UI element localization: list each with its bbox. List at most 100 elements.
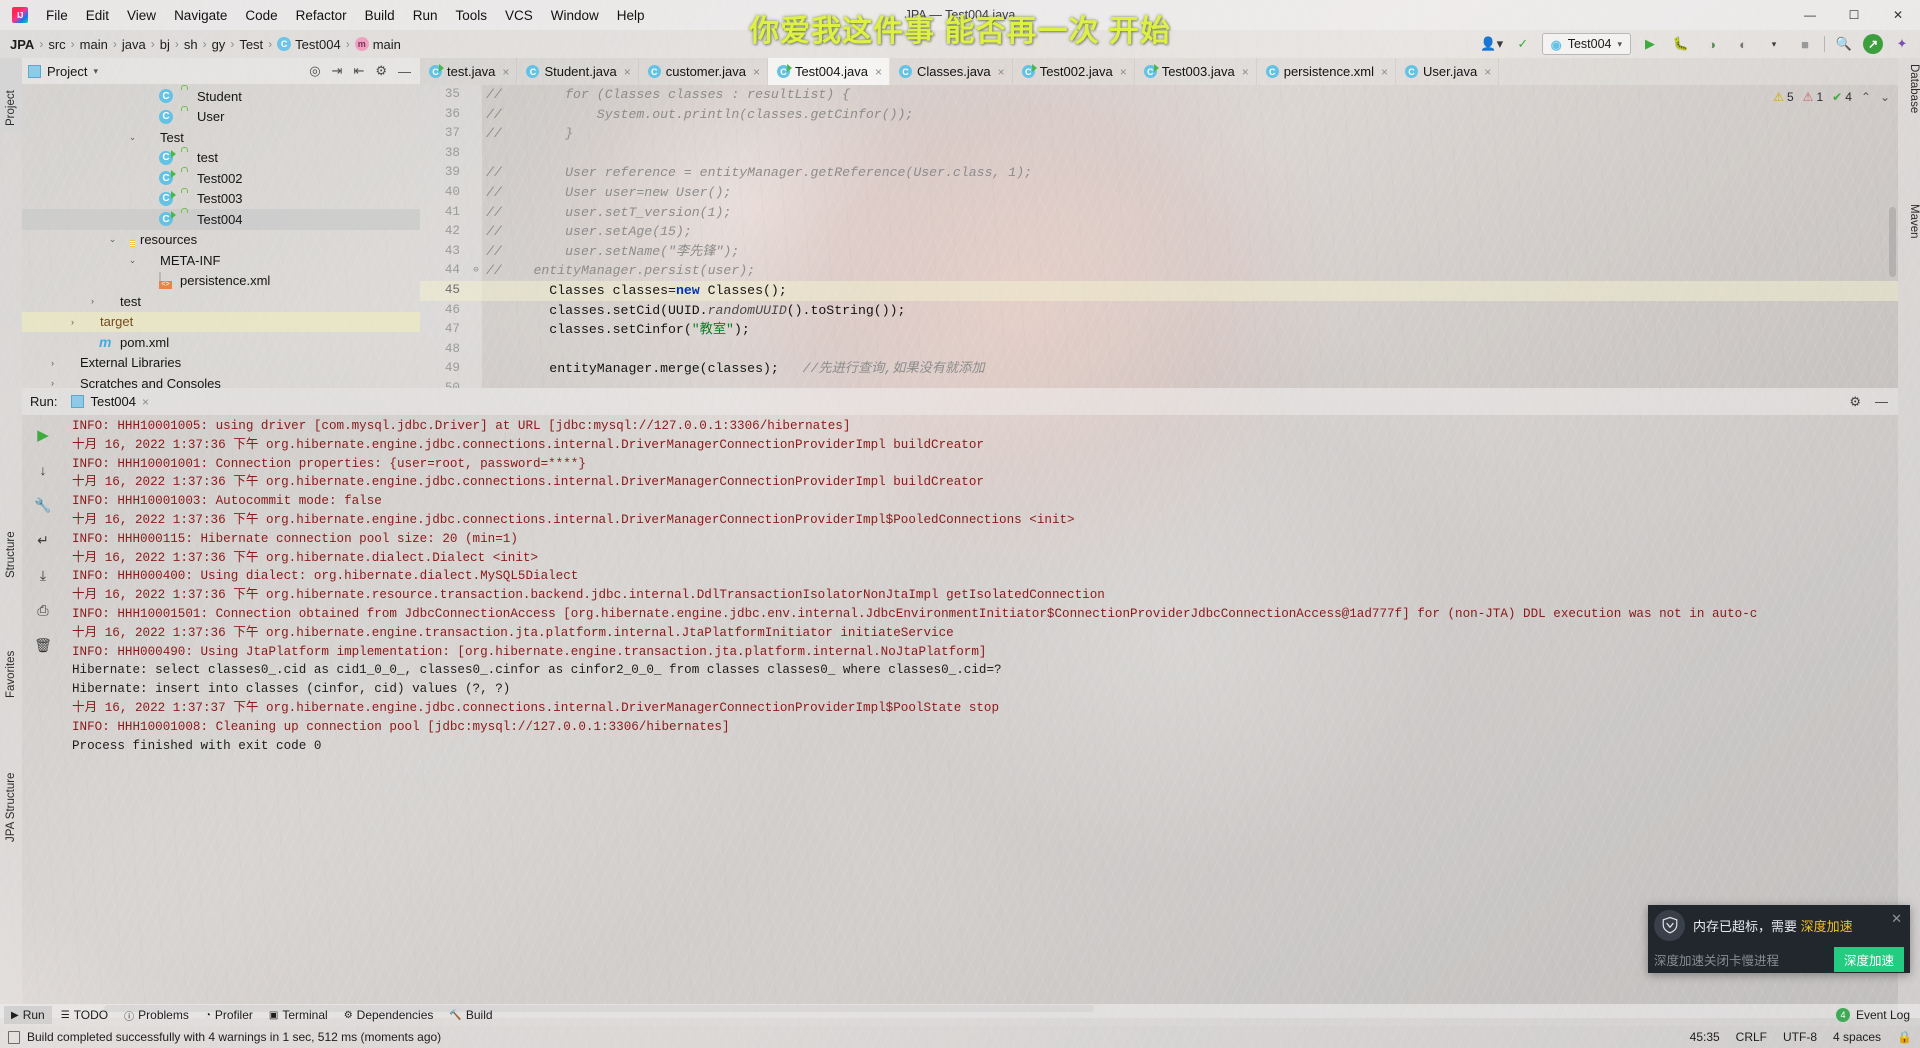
close-icon[interactable]: ×: [998, 65, 1005, 79]
more-run-options-button[interactable]: ▾: [1762, 33, 1786, 55]
caret-position[interactable]: 45:35: [1690, 1030, 1720, 1044]
bottom-tab-terminal[interactable]: ▣ Terminal: [262, 1006, 335, 1024]
tree-item-pom-xml[interactable]: m pom.xml: [22, 332, 420, 353]
hide-panel-icon[interactable]: —: [1875, 394, 1888, 409]
profile-button[interactable]: ◐: [1731, 33, 1755, 55]
tree-item-student[interactable]: C Student: [22, 86, 420, 107]
console-output[interactable]: INFO: HHH10001005: using driver [com.mys…: [64, 415, 1886, 1000]
bottom-tab-build[interactable]: 🔨 Build: [442, 1006, 499, 1024]
trash-button[interactable]: 🗑: [32, 634, 54, 656]
chevron-up-icon[interactable]: ⌃: [1861, 90, 1871, 104]
accelerate-button[interactable]: 深度加速: [1833, 946, 1904, 972]
breadcrumb-item-test004[interactable]: C Test004: [277, 37, 341, 52]
tree-item-test002[interactable]: C Test002: [22, 168, 420, 189]
tree-item-test004[interactable]: C Test004: [22, 209, 420, 230]
breadcrumb-item-jpa[interactable]: JPA: [10, 37, 34, 52]
close-icon[interactable]: ✕: [1891, 911, 1902, 927]
breadcrumb-item-java[interactable]: java: [122, 37, 146, 52]
menu-item-tools[interactable]: Tools: [446, 4, 496, 27]
tab-student-java[interactable]: C Student.java ×: [517, 58, 639, 85]
close-icon[interactable]: ×: [1120, 65, 1127, 79]
indent-setting[interactable]: 4 spaces: [1833, 1030, 1881, 1044]
bottom-tab-problems[interactable]: ⓘ Problems: [117, 1006, 196, 1025]
tree-item-external-libraries[interactable]: › External Libraries: [22, 353, 420, 374]
breadcrumb-item-main[interactable]: m main: [354, 37, 401, 52]
bottom-tool-bar[interactable]: ▶ Run ☰ TODO ⓘ Problems ◔ Profiler ▣ Terminal ⚙ Dep…: [0, 1004, 1920, 1026]
print-button[interactable]: ⎙: [32, 599, 54, 621]
menu-item-edit[interactable]: Edit: [77, 4, 118, 27]
sidebar-item-jpa-structure[interactable]: JPA Structure: [0, 730, 22, 848]
tree-item-target[interactable]: › target: [22, 311, 420, 332]
tree-twisty-icon[interactable]: ›: [66, 317, 79, 327]
tree-twisty-icon[interactable]: ›: [86, 296, 99, 306]
breadcrumb[interactable]: JPA › src › main › java › bj › sh › gy › Test › C Test004…: [10, 37, 401, 52]
run-with-coverage-button[interactable]: ◑: [1700, 33, 1724, 55]
inspection-widget[interactable]: ⚠ 5 ⚠ 1 ✔ 4 ⌃ ⌄: [1765, 85, 1898, 109]
tab-test-java[interactable]: Ctest.java ×: [420, 58, 518, 85]
tab-test002-java[interactable]: C Test002.java ×: [1013, 58, 1135, 85]
update-icon[interactable]: ✓: [1511, 33, 1535, 55]
menu-item-vcs[interactable]: VCS: [496, 4, 542, 27]
tab-persistence-xml[interactable]: Cpersistence.xml ×: [1257, 58, 1397, 85]
project-tree[interactable]: C Student C User ⌄ Test Ctest C Test002 C Test003 C…: [22, 84, 420, 394]
line-separator[interactable]: CRLF: [1736, 1030, 1767, 1044]
memory-notification-toast[interactable]: 内存已超标，需要 深度加速 ✕ 深度加速关闭卡慢进程 深度加速: [1648, 905, 1910, 973]
run-tab-test004[interactable]: Test004 ×: [65, 394, 155, 409]
tree-twisty-icon[interactable]: ⌄: [126, 255, 139, 266]
menu-item-window[interactable]: Window: [542, 4, 608, 27]
breadcrumb-item-src[interactable]: src: [48, 37, 65, 52]
tree-item-meta-inf[interactable]: ⌄ META-INF: [22, 250, 420, 271]
close-window-button[interactable]: ✕: [1876, 0, 1920, 30]
soft-wrap-button[interactable]: ↵: [32, 529, 54, 551]
chevron-down-icon[interactable]: ⌄: [1880, 90, 1890, 104]
settings-gear-icon[interactable]: ✦: [1890, 33, 1914, 55]
search-everywhere-icon[interactable]: 🔍: [1832, 33, 1856, 55]
close-icon[interactable]: ×: [753, 65, 760, 79]
tree-item-resources[interactable]: ⌄ resources: [22, 230, 420, 251]
lock-icon[interactable]: 🔒: [1897, 1030, 1912, 1044]
close-icon[interactable]: ×: [1242, 65, 1249, 79]
tab-customer-java[interactable]: Ccustomer.java ×: [639, 58, 768, 85]
menu-item-run[interactable]: Run: [404, 4, 447, 27]
tree-twisty-icon[interactable]: ›: [46, 378, 59, 388]
file-encoding[interactable]: UTF-8: [1783, 1030, 1817, 1044]
close-icon[interactable]: ×: [502, 65, 509, 79]
event-log-widget[interactable]: 4 Event Log: [1835, 1008, 1920, 1022]
run-window-toolbar[interactable]: ▶ ↓ 🔧 ↵ ⤓ ⎙ 🗑: [22, 415, 64, 1000]
collapse-all-icon[interactable]: ⇥: [332, 63, 343, 79]
editor-vertical-scrollbar[interactable]: [1886, 112, 1898, 388]
tab-classes-java[interactable]: C Classes.java ×: [890, 58, 1013, 85]
breadcrumb-item-gy[interactable]: gy: [212, 37, 226, 52]
close-icon[interactable]: ×: [1484, 65, 1491, 79]
menu-item-navigate[interactable]: Navigate: [165, 4, 236, 27]
breadcrumb-item-test[interactable]: Test: [239, 37, 263, 52]
hide-panel-icon[interactable]: —: [398, 64, 411, 79]
sidebar-item-project[interactable]: Project: [0, 58, 22, 132]
menu-item-help[interactable]: Help: [608, 4, 654, 27]
tree-item-test003[interactable]: C Test003: [22, 189, 420, 210]
scroll-from-source-icon[interactable]: ◎: [309, 63, 320, 79]
stop-button[interactable]: ■: [1793, 33, 1817, 55]
tree-twisty-icon[interactable]: ⌄: [126, 132, 139, 143]
run-button[interactable]: ▶: [1638, 33, 1662, 55]
tab-user-java[interactable]: C User.java ×: [1396, 58, 1500, 85]
breadcrumb-item-bj[interactable]: bj: [160, 37, 170, 52]
bottom-tab-profiler[interactable]: ◔ Profiler: [198, 1006, 260, 1024]
account-icon[interactable]: 👤▾: [1480, 33, 1504, 55]
menu-item-build[interactable]: Build: [356, 4, 404, 27]
code-fold-icon[interactable]: ⊖: [470, 261, 482, 281]
chevron-down-icon[interactable]: ▾: [93, 66, 98, 77]
tab-test003-java[interactable]: C Test003.java ×: [1135, 58, 1257, 85]
expand-all-icon[interactable]: ⇤: [353, 63, 364, 79]
close-icon[interactable]: ×: [1381, 65, 1388, 79]
bottom-tab-run[interactable]: ▶ Run: [4, 1006, 52, 1024]
close-icon[interactable]: ×: [875, 65, 882, 79]
breadcrumb-item-sh[interactable]: sh: [184, 37, 198, 52]
bottom-tab-todo[interactable]: ☰ TODO: [54, 1006, 115, 1024]
updates-available-icon[interactable]: ↗: [1863, 34, 1883, 54]
code-editor[interactable]: 35 // for (Classes classes : resultList) …: [420, 85, 1898, 388]
wrench-button[interactable]: 🔧: [32, 494, 54, 516]
close-icon[interactable]: ×: [624, 65, 631, 79]
bottom-tab-dependencies[interactable]: ⚙ Dependencies: [337, 1006, 441, 1024]
breadcrumb-item-main[interactable]: main: [80, 37, 108, 52]
